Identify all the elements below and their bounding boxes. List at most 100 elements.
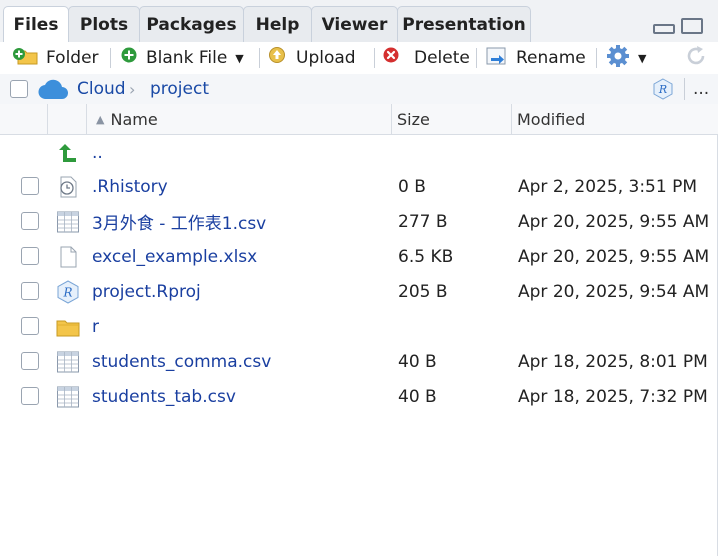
row-checkbox[interactable]	[21, 177, 39, 195]
new-blank-file-button[interactable]: Blank File ▼	[120, 42, 244, 74]
row-checkbox[interactable]	[21, 387, 39, 405]
file-size: 40 B	[398, 351, 437, 372]
tab-viewer[interactable]: Viewer	[311, 6, 398, 42]
table-row[interactable]: excel_example.xlsx 6.5 KB Apr 20, 2025, …	[0, 239, 718, 274]
file-name-link[interactable]: ..	[92, 135, 103, 170]
table-row[interactable]: 3月外食 - 工作表1.csv 277 B Apr 20, 2025, 9:55…	[0, 204, 718, 239]
table-row[interactable]: r	[0, 309, 718, 344]
file-modified: Apr 20, 2025, 9:54 AM	[518, 281, 710, 302]
file-name-link[interactable]: .Rhistory	[92, 169, 168, 204]
file-name-link[interactable]: project.Rproj	[92, 274, 201, 309]
history-clock-icon	[56, 175, 80, 199]
csv-table-icon	[56, 385, 80, 409]
rename-icon	[486, 45, 510, 72]
toolbar-divider	[684, 78, 685, 100]
file-modified: Apr 20, 2025, 9:55 AM	[518, 246, 710, 267]
file-modified: Apr 2, 2025, 3:51 PM	[518, 176, 698, 197]
refresh-icon	[684, 44, 708, 73]
pane-tab-bar: Files Plots Packages Help Viewer Present…	[0, 0, 718, 43]
new-folder-button[interactable]: Folder	[12, 42, 99, 74]
toolbar-divider	[596, 48, 597, 68]
toolbar-divider	[110, 48, 111, 68]
rproj-icon: R	[56, 280, 80, 304]
gear-icon	[606, 44, 630, 73]
more-actions-button[interactable]: ▼	[606, 42, 646, 74]
file-modified: Apr 18, 2025, 8:01 PM	[518, 351, 708, 372]
tab-presentation[interactable]: Presentation	[397, 6, 531, 42]
path-bar: Cloud › project R ...	[0, 74, 718, 105]
file-name-link[interactable]: students_comma.csv	[92, 344, 271, 379]
file-list-header: ▲ Name Size Modified	[0, 104, 718, 135]
file-name-link[interactable]: 3月外食 - 工作表1.csv	[92, 204, 266, 239]
svg-text:R: R	[62, 286, 72, 300]
table-row[interactable]: students_tab.csv 40 B Apr 18, 2025, 7:32…	[0, 379, 718, 414]
file-row-parent[interactable]: ..	[0, 135, 718, 170]
toolbar-divider	[476, 48, 477, 68]
toolbar-divider	[259, 48, 260, 68]
tab-plots[interactable]: Plots	[68, 6, 140, 42]
more-options-button[interactable]: ...	[693, 74, 709, 104]
file-size: 0 B	[398, 176, 426, 197]
file-size: 205 B	[398, 281, 448, 302]
caret-down-icon: ▼	[638, 51, 647, 65]
table-row[interactable]: .Rhistory 0 B Apr 2, 2025, 3:51 PM	[0, 169, 718, 204]
row-checkbox[interactable]	[21, 212, 39, 230]
tab-packages[interactable]: Packages	[139, 6, 244, 42]
csv-table-icon	[56, 350, 80, 374]
breadcrumb-home[interactable]: Cloud	[77, 74, 126, 104]
breadcrumb-separator-icon: ›	[129, 79, 136, 99]
rproj-icon[interactable]: R	[652, 78, 674, 104]
column-divider	[511, 104, 512, 134]
new-folder-label: Folder	[46, 48, 99, 68]
rename-label: Rename	[516, 48, 586, 68]
csv-table-icon	[56, 210, 80, 234]
blank-file-icon	[56, 245, 80, 269]
upload-button[interactable]: Upload	[268, 42, 356, 74]
column-header-name[interactable]: ▲ Name	[96, 104, 158, 134]
file-name-link[interactable]: r	[92, 309, 99, 344]
delete-icon	[382, 46, 402, 71]
column-divider	[391, 104, 392, 134]
file-name-link[interactable]: students_tab.csv	[92, 379, 236, 414]
parent-folder-up-icon	[56, 141, 80, 165]
table-row[interactable]: students_comma.csv 40 B Apr 18, 2025, 8:…	[0, 344, 718, 379]
breadcrumb-current[interactable]: project	[150, 74, 209, 104]
column-divider	[86, 104, 87, 134]
file-size: 6.5 KB	[398, 246, 454, 267]
row-checkbox[interactable]	[21, 282, 39, 300]
table-row[interactable]: R project.Rproj 205 B Apr 20, 2025, 9:54…	[0, 274, 718, 309]
maximize-pane-icon[interactable]	[681, 18, 703, 34]
file-modified: Apr 20, 2025, 9:55 AM	[518, 211, 710, 232]
toolbar-divider	[374, 48, 375, 68]
column-header-size[interactable]: Size	[397, 104, 430, 134]
rename-button[interactable]: Rename	[486, 42, 586, 74]
caret-down-icon: ▼	[235, 51, 244, 65]
row-checkbox[interactable]	[21, 352, 39, 370]
cloud-icon	[38, 79, 70, 105]
row-checkbox[interactable]	[21, 247, 39, 265]
column-header-name-label: Name	[110, 109, 158, 129]
select-all-checkbox[interactable]	[10, 80, 28, 98]
file-size: 40 B	[398, 386, 437, 407]
upload-label: Upload	[296, 48, 356, 68]
tab-help[interactable]: Help	[243, 6, 312, 42]
file-name-link[interactable]: excel_example.xlsx	[92, 239, 257, 274]
column-header-modified[interactable]: Modified	[517, 104, 585, 134]
tab-files[interactable]: Files	[3, 6, 69, 43]
files-toolbar: Folder Blank File ▼ Upload Delete Rename…	[0, 42, 718, 75]
delete-button[interactable]: Delete	[382, 42, 470, 74]
upload-icon	[268, 46, 290, 71]
row-checkbox[interactable]	[21, 317, 39, 335]
new-blank-file-label: Blank File	[146, 48, 228, 68]
folder-icon	[56, 315, 80, 339]
delete-label: Delete	[414, 48, 470, 68]
minimize-pane-icon[interactable]	[653, 24, 675, 34]
refresh-button[interactable]	[684, 42, 708, 74]
file-size: 277 B	[398, 211, 448, 232]
add-file-icon	[120, 46, 140, 71]
svg-text:R: R	[658, 83, 667, 96]
file-modified: Apr 18, 2025, 7:32 PM	[518, 386, 708, 407]
sort-ascending-icon: ▲	[96, 112, 105, 126]
column-divider	[47, 104, 48, 134]
new-folder-icon	[12, 46, 40, 71]
